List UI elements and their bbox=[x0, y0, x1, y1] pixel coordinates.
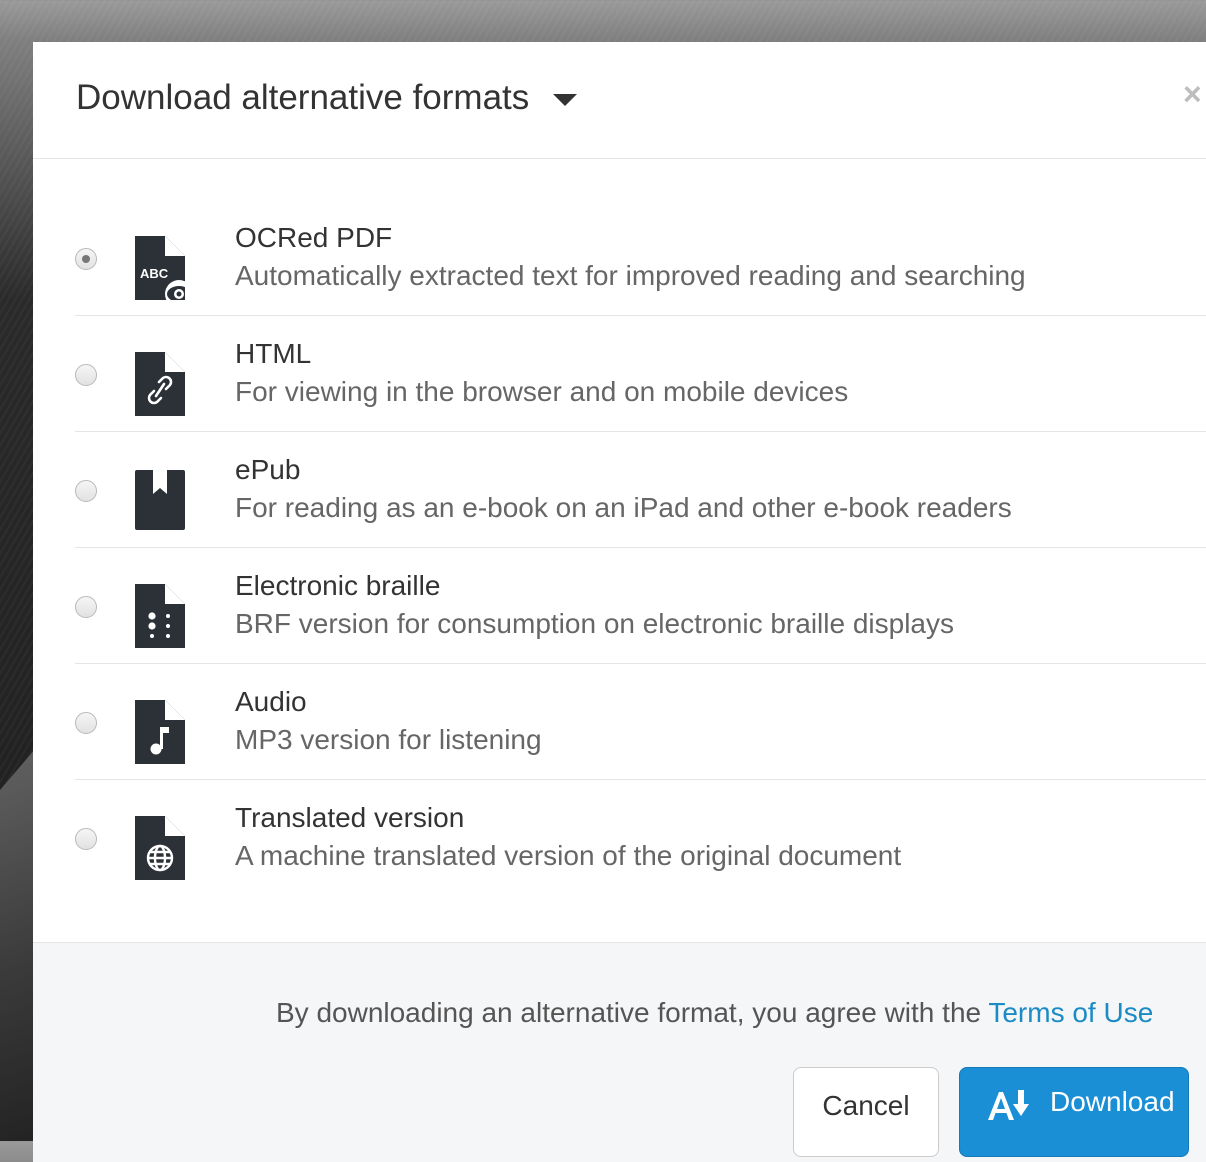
modal-footer: By downloading an alternative format, yo… bbox=[33, 942, 1206, 1162]
ocr-pdf-icon: ABC bbox=[135, 236, 185, 300]
modal-header: Download alternative formats × bbox=[33, 42, 1206, 159]
format-description: MP3 version for listening bbox=[235, 724, 542, 755]
audio-note-icon bbox=[135, 700, 185, 764]
terms-of-use-link[interactable]: Terms of Use bbox=[988, 997, 1153, 1028]
html-link-icon bbox=[135, 352, 185, 416]
format-description: For viewing in the browser and on mobile… bbox=[235, 376, 849, 407]
format-options-list: ABC OCRed PDF Automatically extracted te… bbox=[75, 200, 1206, 895]
close-button[interactable]: × bbox=[1183, 74, 1202, 114]
format-description: BRF version for consumption on electroni… bbox=[235, 608, 954, 639]
format-title: Translated version bbox=[235, 802, 465, 833]
format-option-html[interactable]: HTML For viewing in the browser and on m… bbox=[75, 316, 1206, 432]
format-radio-audio[interactable] bbox=[75, 712, 97, 734]
format-option-translated[interactable]: Translated version A machine translated … bbox=[75, 780, 1206, 895]
download-button[interactable]: Download bbox=[959, 1067, 1189, 1157]
download-formats-modal: Download alternative formats × ABC OCRed… bbox=[33, 42, 1206, 1162]
format-option-epub[interactable]: ePub For reading as an e-book on an iPad… bbox=[75, 432, 1206, 548]
format-radio-braille[interactable] bbox=[75, 596, 97, 618]
epub-bookmark-icon bbox=[135, 470, 185, 530]
download-icon bbox=[988, 1090, 1029, 1120]
format-dropdown-toggle[interactable]: Download alternative formats bbox=[76, 77, 578, 119]
format-title: Audio bbox=[235, 686, 307, 717]
modal-title: Download alternative formats bbox=[76, 78, 530, 117]
format-description: Automatically extracted text for improve… bbox=[235, 260, 1026, 291]
format-radio-html[interactable] bbox=[75, 364, 97, 386]
format-title: OCRed PDF bbox=[235, 222, 393, 253]
terms-notice: By downloading an alternative format, yo… bbox=[276, 995, 1153, 1031]
format-description: For reading as an e-book on an iPad and … bbox=[235, 492, 1012, 523]
terms-text: By downloading an alternative format, yo… bbox=[276, 997, 989, 1028]
format-title: Electronic braille bbox=[235, 570, 441, 601]
format-option-ocred-pdf[interactable]: ABC OCRed PDF Automatically extracted te… bbox=[75, 200, 1206, 316]
format-radio-epub[interactable] bbox=[75, 480, 97, 502]
format-radio-translated[interactable] bbox=[75, 828, 97, 850]
format-option-braille[interactable]: Electronic braille BRF version for consu… bbox=[75, 548, 1206, 664]
svg-text:ABC: ABC bbox=[140, 266, 169, 281]
download-button-label: Download bbox=[1050, 1086, 1175, 1117]
format-option-audio[interactable]: Audio MP3 version for listening bbox=[75, 664, 1206, 780]
caret-down-icon bbox=[553, 94, 578, 106]
cancel-button[interactable]: Cancel bbox=[793, 1067, 939, 1157]
braille-icon bbox=[135, 584, 185, 648]
format-radio-ocred-pdf[interactable] bbox=[75, 248, 97, 270]
globe-icon bbox=[135, 816, 185, 880]
format-description: A machine translated version of the orig… bbox=[235, 840, 902, 871]
format-title: HTML bbox=[235, 338, 312, 369]
cancel-button-label: Cancel bbox=[822, 1090, 910, 1121]
format-title: ePub bbox=[235, 454, 301, 485]
